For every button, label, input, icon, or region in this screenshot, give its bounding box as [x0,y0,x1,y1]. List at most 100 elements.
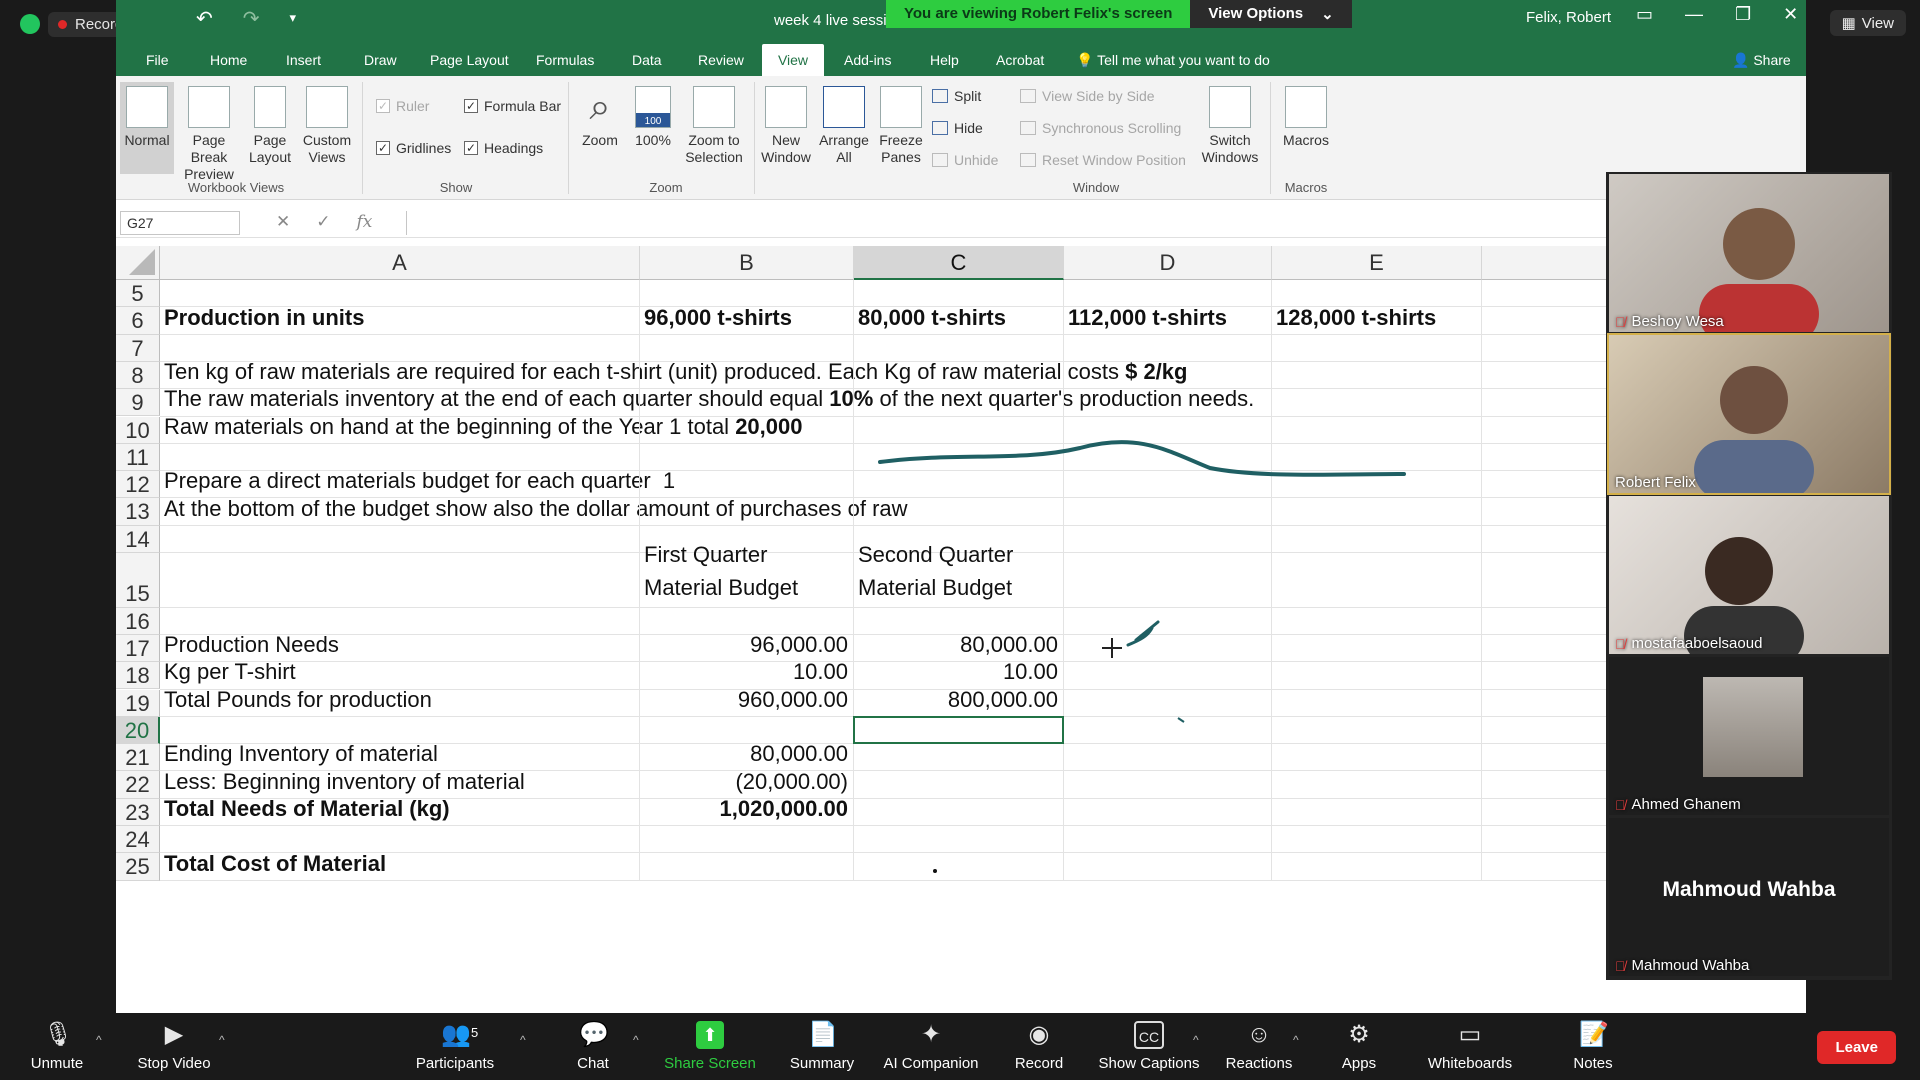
leave-button[interactable]: Leave [1817,1031,1896,1064]
tab-file[interactable]: File [138,44,177,76]
row-header[interactable]: 9 [116,389,160,417]
cancel-icon[interactable]: ✕ [276,212,290,232]
formula-bar-checkbox[interactable]: ✓ Formula Bar [464,98,561,114]
view-side-by-side-button[interactable]: View Side by Side [1020,88,1155,104]
cell-a22[interactable]: Less: Beginning inventory of material [160,769,638,798]
tab-home[interactable]: Home [202,44,255,76]
synchronous-scrolling-button[interactable]: Synchronous Scrolling [1020,120,1181,136]
show-captions-button[interactable]: CC Show Captions [1089,1021,1209,1072]
overflow-text-cell[interactable]: Ten kg of raw materials are required for… [160,359,1191,389]
macros-button[interactable]: Macros [1276,82,1336,149]
row-header[interactable]: 6 [116,307,160,335]
tab-view[interactable]: View [762,44,824,76]
chevron-up-icon[interactable]: ^ [520,1033,526,1047]
close-icon[interactable]: ✕ [1783,4,1798,25]
video-tile[interactable]: 🎙̸ mostafaaboelsaoud [1609,496,1889,654]
freeze-panes-button[interactable]: Freeze Panes [874,82,928,166]
row-header[interactable]: 11 [116,443,160,472]
cell-b21[interactable]: 80,000.00 [640,741,852,771]
ruler-checkbox[interactable]: ✓ Ruler [376,98,429,114]
ribbon-display-icon[interactable]: ▭ [1636,4,1653,25]
cell-b18[interactable]: 10.00 [640,659,852,689]
zoom-to-selection-button[interactable]: Zoom to Selection [682,82,746,166]
overflow-text-cell[interactable]: At the bottom of the budget show also th… [160,496,912,525]
row-header[interactable]: 25 [116,853,160,881]
cell-b6[interactable]: 96,000 t-shirts [640,305,852,334]
cell-a19[interactable]: Total Pounds for production [160,687,638,717]
undo-icon[interactable]: ↶ [196,6,213,31]
new-window-button[interactable]: New Window [758,82,814,166]
share-button[interactable]: 👤 Share [1724,44,1799,76]
video-tile-active-speaker[interactable]: Robert Felix [1607,333,1891,495]
reset-window-position-button[interactable]: Reset Window Position [1020,152,1186,168]
tell-me-search[interactable]: 💡 Tell me what you want to do [1068,44,1278,76]
row-header[interactable]: 16 [116,607,160,635]
column-header-c[interactable]: C [854,246,1064,280]
row-header[interactable]: 17 [116,634,160,663]
record-button[interactable]: ◉ Record [979,1021,1099,1072]
cell-c19[interactable]: 800,000.00 [854,687,1062,717]
chevron-up-icon[interactable]: ^ [96,1033,102,1047]
cell-c18[interactable]: 10.00 [854,659,1062,689]
row-header[interactable]: 18 [116,662,160,690]
zoom-100-button[interactable]: 100 100% [628,82,678,149]
row-header[interactable]: 21 [116,744,160,772]
insert-function-icon[interactable]: fx [357,212,373,232]
selected-cell-outline[interactable] [853,715,1064,745]
column-header-d[interactable]: D [1064,246,1272,280]
cell-b17[interactable]: 96,000.00 [640,632,852,662]
stop-video-button[interactable]: ▶ Stop Video [114,1021,234,1072]
tab-insert[interactable]: Insert [278,44,329,76]
tab-help[interactable]: Help [922,44,967,76]
cell-d6[interactable]: 112,000 t-shirts [1064,305,1270,334]
hide-button[interactable]: Hide [932,120,983,136]
row-header[interactable]: 24 [116,826,160,854]
cell-e6[interactable]: 128,000 t-shirts [1272,305,1480,334]
switch-windows-button[interactable]: Switch Windows [1196,82,1264,166]
video-tile[interactable]: 🎙̸ Ahmed Ghanem [1609,657,1889,815]
cell-b19[interactable]: 960,000.00 [640,687,852,717]
tab-acrobat[interactable]: Acrobat [988,44,1052,76]
gridlines-checkbox[interactable]: ✓ Gridlines [376,140,451,156]
ai-companion-button[interactable]: ✦ AI Companion [871,1021,991,1072]
chevron-up-icon[interactable]: ^ [633,1033,639,1047]
row-header[interactable]: 8 [116,361,160,390]
view-options-button[interactable]: View Options ⌄ [1190,0,1352,28]
unhide-button[interactable]: Unhide [932,152,998,168]
headings-checkbox[interactable]: ✓ Headings [464,140,543,156]
cell-a21[interactable]: Ending Inventory of material [160,741,638,771]
customize-qat-icon[interactable]: ▾ [290,6,297,31]
cell-a17[interactable]: Production Needs [160,632,638,662]
name-box[interactable]: G27 [120,211,240,235]
apps-button[interactable]: ⚙ Apps [1299,1021,1419,1072]
notes-button[interactable]: 📝 Notes [1533,1021,1653,1072]
user-name[interactable]: Felix, Robert [1526,9,1611,26]
whiteboards-button[interactable]: ▭ Whiteboards [1410,1021,1530,1072]
summary-button[interactable]: 📄 Summary [762,1021,882,1072]
tab-add-ins[interactable]: Add-ins [836,44,899,76]
cell-a25[interactable]: Total Cost of Material [160,851,638,880]
row-header[interactable]: 14 [116,525,160,553]
restore-icon[interactable]: ❐ [1735,4,1751,25]
row-header[interactable]: 7 [116,334,160,362]
video-tile[interactable]: Mahmoud Wahba 🎙̸ Mahmoud Wahba [1609,818,1889,976]
page-layout-button[interactable]: Page Layout [246,82,294,166]
column-header-a[interactable]: A [160,246,640,280]
row-header[interactable]: 20 [116,716,160,745]
row-header[interactable]: 15 [116,553,160,608]
tab-data[interactable]: Data [624,44,670,76]
enter-icon[interactable]: ✓ [316,212,330,232]
row-header[interactable]: 23 [116,798,160,826]
view-button[interactable]: ▦ View [1829,10,1906,36]
custom-views-button[interactable]: Custom Views [300,82,354,166]
cell-a23[interactable]: Total Needs of Material (kg) [160,796,638,826]
cell-a6[interactable]: Production in units [160,305,638,334]
cell-b15[interactable]: First Quarter Material Budget [640,542,852,608]
cell-a18[interactable]: Kg per T-shirt [160,659,638,689]
cell-b22[interactable]: (20,000.00) [640,769,852,798]
row-header[interactable]: 22 [116,771,160,799]
split-button[interactable]: Split [932,88,981,104]
overflow-text-cell[interactable]: Raw materials on hand at the beginning o… [160,414,806,444]
redo-icon[interactable]: ↷ [243,6,260,31]
participants-button[interactable]: 👥 Participants 5 [395,1021,515,1072]
